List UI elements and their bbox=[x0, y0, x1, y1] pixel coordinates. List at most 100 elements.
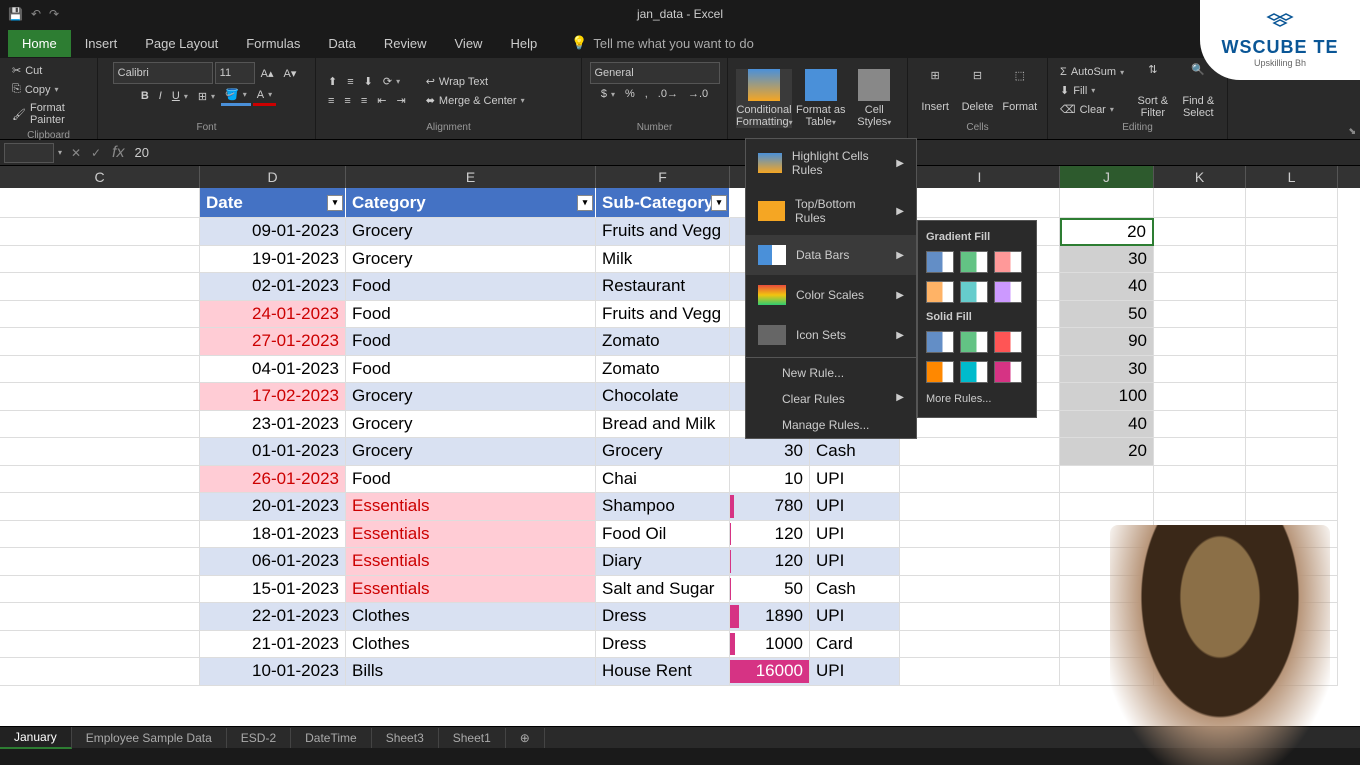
percent-button[interactable]: % bbox=[621, 86, 639, 102]
sheet-tab-employee-sample-data[interactable]: Employee Sample Data bbox=[72, 728, 227, 748]
tab-help[interactable]: Help bbox=[496, 30, 551, 57]
align-top-button[interactable]: ⬆ bbox=[324, 73, 341, 90]
cell-j[interactable]: 30 bbox=[1060, 246, 1154, 274]
cell-date[interactable]: 10-01-2023 bbox=[200, 658, 346, 686]
cell-payment[interactable]: UPI bbox=[810, 548, 900, 576]
cancel-formula-button[interactable]: ✕ bbox=[66, 146, 86, 160]
fill-button[interactable]: ⬇Fill▾ bbox=[1056, 82, 1128, 99]
cell-payment[interactable]: UPI bbox=[810, 521, 900, 549]
tab-page-layout[interactable]: Page Layout bbox=[131, 30, 232, 57]
align-center-button[interactable]: ≡ bbox=[340, 93, 354, 109]
databar-solid-orange[interactable] bbox=[926, 361, 954, 383]
cell-j[interactable]: 40 bbox=[1060, 273, 1154, 301]
autosum-button[interactable]: ΣAutoSum▾ bbox=[1056, 64, 1128, 80]
cell-date[interactable]: 01-01-2023 bbox=[200, 438, 346, 466]
cell-amount[interactable]: 30 bbox=[730, 438, 810, 466]
font-name-input[interactable] bbox=[113, 62, 213, 84]
cell-date[interactable]: 21-01-2023 bbox=[200, 631, 346, 659]
cell-j[interactable]: 90 bbox=[1060, 328, 1154, 356]
cell-payment[interactable]: UPI bbox=[810, 658, 900, 686]
cell-subcategory[interactable]: Food Oil bbox=[596, 521, 730, 549]
color-scales-item[interactable]: Color Scales▶ bbox=[746, 275, 916, 315]
column-header-I[interactable]: I bbox=[900, 166, 1060, 188]
tab-view[interactable]: View bbox=[441, 30, 497, 57]
cell-subcategory[interactable]: Grocery bbox=[596, 438, 730, 466]
cell-date[interactable]: 18-01-2023 bbox=[200, 521, 346, 549]
databar-gradient-purple[interactable] bbox=[994, 281, 1022, 303]
align-left-button[interactable]: ≡ bbox=[324, 93, 338, 109]
copy-button[interactable]: ⎘Copy▾ bbox=[8, 81, 89, 98]
databar-gradient-lightblue[interactable] bbox=[960, 281, 988, 303]
font-size-input[interactable] bbox=[215, 62, 255, 84]
more-rules-item[interactable]: More Rules... bbox=[924, 387, 1030, 411]
clear-button[interactable]: ⌫Clear▾ bbox=[1056, 101, 1128, 118]
new-sheet-button[interactable]: ⊕ bbox=[506, 728, 545, 748]
cell-j[interactable]: 40 bbox=[1060, 411, 1154, 439]
fx-icon[interactable]: fx bbox=[112, 144, 124, 162]
cell-amount[interactable]: 1000 bbox=[730, 631, 810, 659]
shrink-font-button[interactable]: A▾ bbox=[280, 65, 301, 82]
delete-cells-button[interactable]: ⊟Delete bbox=[958, 69, 996, 113]
cell-payment[interactable]: Cash bbox=[810, 576, 900, 604]
wrap-text-button[interactable]: ↩Wrap Text bbox=[422, 73, 529, 90]
cell-date[interactable]: 26-01-2023 bbox=[200, 466, 346, 494]
borders-button[interactable]: ⊞▾ bbox=[194, 88, 219, 105]
cell-date[interactable]: 15-01-2023 bbox=[200, 576, 346, 604]
databar-gradient-red[interactable] bbox=[994, 251, 1022, 273]
column-header-E[interactable]: E bbox=[346, 166, 596, 188]
cell-subcategory[interactable]: Restaurant bbox=[596, 273, 730, 301]
cell-category[interactable]: Bills bbox=[346, 658, 596, 686]
databar-solid-green[interactable] bbox=[960, 331, 988, 353]
cell-subcategory[interactable]: Chocolate bbox=[596, 383, 730, 411]
format-as-table-button[interactable]: Format as Table▾ bbox=[796, 69, 846, 128]
databar-solid-lightblue[interactable] bbox=[960, 361, 988, 383]
cell-category[interactable]: Grocery bbox=[346, 438, 596, 466]
sheet-tab-esd-2[interactable]: ESD-2 bbox=[227, 728, 291, 748]
filter-button[interactable]: ▾ bbox=[711, 195, 727, 211]
cell-subcategory[interactable]: Fruits and Vegg bbox=[596, 301, 730, 329]
filter-button[interactable]: ▾ bbox=[577, 195, 593, 211]
grow-font-button[interactable]: A▴ bbox=[257, 65, 278, 82]
bold-button[interactable]: B bbox=[137, 88, 153, 104]
enter-formula-button[interactable]: ✓ bbox=[86, 146, 106, 160]
insert-cells-button[interactable]: ⊞Insert bbox=[916, 69, 954, 113]
cell-category[interactable]: Food bbox=[346, 301, 596, 329]
cell-subcategory[interactable]: Dress bbox=[596, 631, 730, 659]
cell-category[interactable]: Grocery bbox=[346, 218, 596, 246]
databar-solid-purple[interactable] bbox=[994, 361, 1022, 383]
cell-payment[interactable]: UPI bbox=[810, 493, 900, 521]
cell-date[interactable]: 23-01-2023 bbox=[200, 411, 346, 439]
underline-button[interactable]: U▾ bbox=[168, 88, 192, 104]
cell-amount[interactable]: 16000 bbox=[730, 658, 810, 686]
tab-insert[interactable]: Insert bbox=[71, 30, 132, 57]
column-header-C[interactable]: C bbox=[0, 166, 200, 188]
cell-date[interactable]: 17-02-2023 bbox=[200, 383, 346, 411]
align-bottom-button[interactable]: ⬇ bbox=[360, 73, 377, 90]
tab-home[interactable]: Home bbox=[8, 30, 71, 57]
cut-button[interactable]: ✂Cut bbox=[8, 62, 89, 79]
cell-date[interactable]: 19-01-2023 bbox=[200, 246, 346, 274]
cell-j[interactable]: 20 bbox=[1060, 438, 1154, 466]
cell-subcategory[interactable]: Dress bbox=[596, 603, 730, 631]
cell-subcategory[interactable]: Salt and Sugar bbox=[596, 576, 730, 604]
cell-subcategory[interactable]: Zomato bbox=[596, 356, 730, 384]
column-header-J[interactable]: J bbox=[1060, 166, 1154, 188]
indent-dec-button[interactable]: ⇤ bbox=[373, 92, 390, 109]
data-bars-item[interactable]: Data Bars▶ bbox=[746, 235, 916, 275]
cell-category[interactable]: Food bbox=[346, 356, 596, 384]
format-painter-button[interactable]: 🖌Format Painter bbox=[8, 100, 89, 128]
tab-formulas[interactable]: Formulas bbox=[232, 30, 314, 57]
cell-category[interactable]: Essentials bbox=[346, 521, 596, 549]
new-rule-item[interactable]: New Rule... bbox=[746, 360, 916, 386]
format-cells-button[interactable]: ⬚Format bbox=[1001, 69, 1039, 113]
orientation-button[interactable]: ⟳▾ bbox=[379, 73, 404, 90]
currency-button[interactable]: $▾ bbox=[597, 86, 619, 102]
top-bottom-rules-item[interactable]: Top/Bottom Rules▶ bbox=[746, 187, 916, 235]
databar-gradient-orange[interactable] bbox=[926, 281, 954, 303]
align-right-button[interactable]: ≡ bbox=[357, 93, 371, 109]
cell-date[interactable]: 02-01-2023 bbox=[200, 273, 346, 301]
column-header-D[interactable]: D bbox=[200, 166, 346, 188]
tab-review[interactable]: Review bbox=[370, 30, 441, 57]
cell-date[interactable]: 27-01-2023 bbox=[200, 328, 346, 356]
cell-subcategory[interactable]: House Rent bbox=[596, 658, 730, 686]
